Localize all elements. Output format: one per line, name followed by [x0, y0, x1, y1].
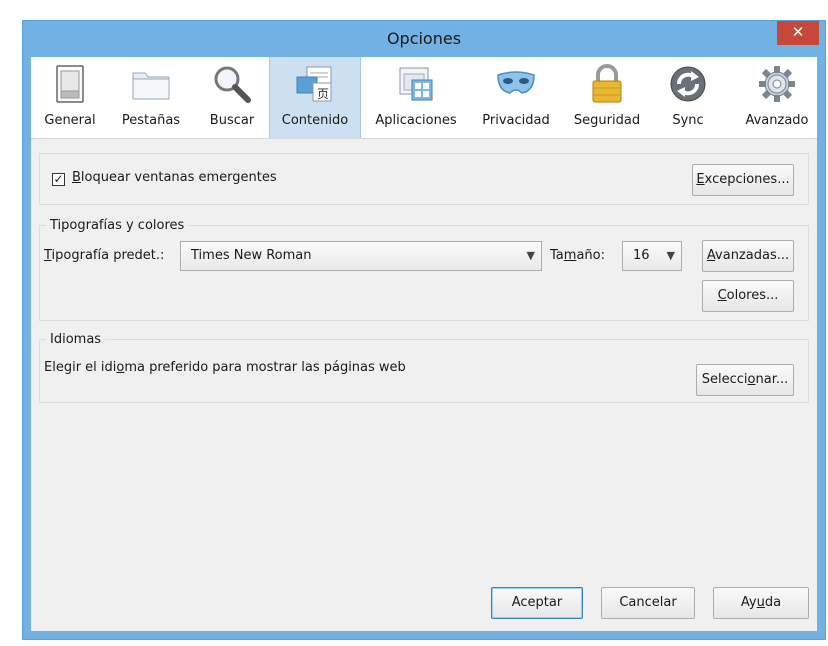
options-window: Opciones ✕ General Pestañas Buscar 页 Con…	[22, 20, 826, 640]
default-font-value: Times New Roman	[191, 248, 312, 263]
language-text-pre: Elegir el idi	[44, 360, 117, 375]
select-language-button[interactable]: Seleccionar...	[696, 364, 794, 396]
size-label-pre: Ta	[550, 248, 564, 263]
exceptions-mnemonic: E	[696, 172, 705, 187]
exceptions-rest: xcepciones...	[704, 172, 790, 187]
window-title: Opciones	[386, 29, 462, 48]
ok-button[interactable]: Aceptar	[491, 587, 583, 619]
block-popups-label[interactable]: Bloquear ventanas emergentes	[72, 170, 277, 185]
tab-pestanas-label: Pestañas	[121, 113, 181, 128]
select-language-pre: Selecci	[701, 372, 748, 387]
colors-mnemonic: C	[717, 288, 727, 303]
chevron-down-icon: ▼	[526, 249, 535, 262]
default-font-label-rest: ipografía predet.:	[51, 248, 165, 263]
title-bar[interactable]: Opciones ✕	[23, 21, 825, 57]
advanced-fonts-button[interactable]: Avanzadas...	[702, 240, 794, 272]
chevron-down-icon: ▼	[666, 249, 675, 262]
switch-icon	[33, 63, 107, 105]
languages-group: Idiomas Elegir el idioma preferido para …	[39, 332, 809, 403]
help-button[interactable]: Ayuda	[713, 587, 809, 619]
tab-buscar[interactable]: Buscar	[195, 57, 269, 138]
tab-contenido-label: Contenido	[281, 113, 349, 128]
tab-general-label: General	[44, 113, 96, 128]
fonts-colors-group: Tipografías y colores Tipografía predet.…	[39, 218, 809, 321]
magnifier-icon	[195, 63, 269, 105]
block-popups-label-mnemonic: B	[72, 170, 81, 185]
language-description: Elegir el idioma preferido para mostrar …	[44, 360, 406, 375]
category-toolbar: General Pestañas Buscar 页 Contenido Apli…	[31, 57, 817, 139]
applications-icon	[363, 63, 469, 105]
tab-seguridad-label: Seguridad	[573, 113, 641, 128]
tab-contenido[interactable]: 页 Contenido	[269, 57, 361, 138]
tab-seguridad[interactable]: Seguridad	[563, 57, 651, 138]
svg-text:页: 页	[317, 87, 329, 101]
colors-rest: olores...	[726, 288, 779, 303]
language-text-post: ma preferido para mostrar las páginas we…	[124, 360, 406, 375]
gear-icon	[735, 63, 819, 105]
tab-privacidad-label: Privacidad	[482, 113, 550, 128]
default-font-select[interactable]: Times New Roman ▼	[180, 241, 542, 271]
tab-sync[interactable]: Sync	[655, 57, 721, 138]
fonts-colors-legend: Tipografías y colores	[46, 218, 189, 233]
block-popups-label-rest: loquear ventanas emergentes	[80, 170, 277, 185]
size-label-mnemonic: m	[563, 248, 577, 263]
mask-icon	[471, 63, 561, 105]
size-label-post: año:	[576, 248, 605, 263]
select-language-post: nar...	[755, 372, 789, 387]
content-icon: 页	[270, 63, 360, 105]
tab-aplicaciones-label: Aplicaciones	[375, 113, 457, 128]
padlock-icon	[563, 63, 651, 105]
popups-group: ✓ Bloquear ventanas emergentes Excepcion…	[39, 153, 809, 205]
tab-pestanas[interactable]: Pestañas	[109, 57, 193, 138]
tab-sync-label: Sync	[672, 113, 704, 128]
languages-legend: Idiomas	[46, 332, 106, 347]
folder-tabs-icon	[109, 63, 193, 105]
dialog-client: General Pestañas Buscar 页 Contenido Apli…	[31, 57, 817, 631]
tab-avanzado-label: Avanzado	[745, 113, 809, 128]
tab-general[interactable]: General	[33, 57, 107, 138]
font-size-select[interactable]: 16 ▼	[622, 241, 682, 271]
colors-button[interactable]: Colores...	[702, 280, 794, 312]
default-font-mnemonic: T	[44, 248, 52, 263]
advanced-rest: vanzadas...	[715, 248, 790, 263]
help-post: da	[764, 595, 782, 610]
advanced-mnemonic: A	[706, 248, 716, 263]
size-label: Tamaño:	[550, 248, 605, 263]
tab-avanzado[interactable]: Avanzado	[735, 57, 819, 138]
tab-buscar-label: Buscar	[209, 113, 255, 128]
default-font-label: Tipografía predet.:	[44, 248, 164, 263]
font-size-value: 16	[633, 248, 650, 263]
help-mnemonic: u	[756, 595, 765, 610]
tab-privacidad[interactable]: Privacidad	[471, 57, 561, 138]
cancel-button[interactable]: Cancelar	[601, 587, 695, 619]
block-popups-checkbox[interactable]: ✓	[52, 173, 65, 186]
close-button[interactable]: ✕	[777, 21, 819, 45]
sync-icon	[655, 63, 721, 105]
exceptions-button[interactable]: Excepciones...	[692, 164, 794, 196]
help-pre: Ay	[740, 595, 757, 610]
tab-aplicaciones[interactable]: Aplicaciones	[363, 57, 469, 138]
